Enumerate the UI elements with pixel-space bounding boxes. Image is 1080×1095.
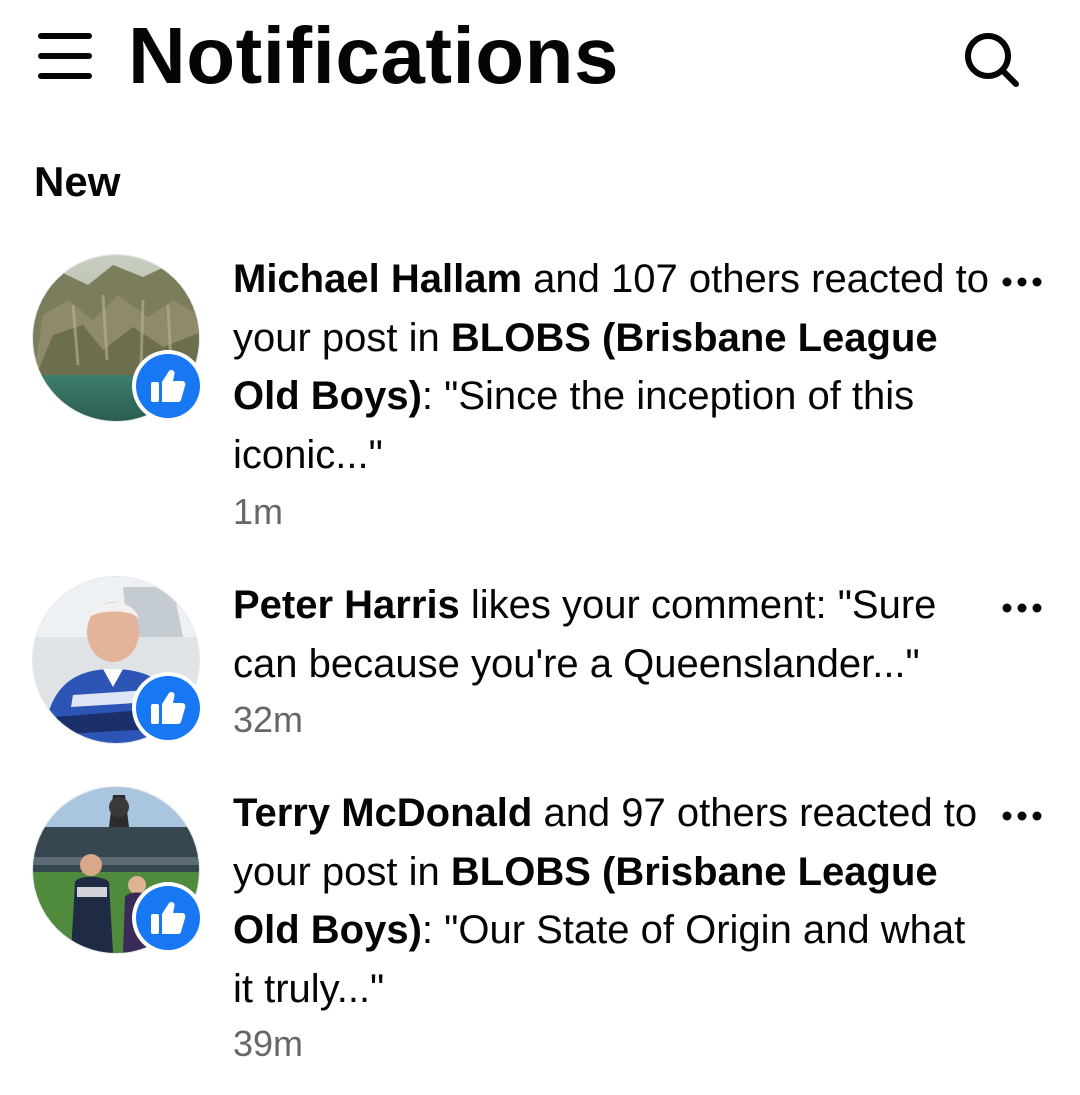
hamburger-menu-icon[interactable] xyxy=(36,31,94,81)
like-reaction-badge xyxy=(132,350,204,422)
like-icon xyxy=(151,902,186,934)
like-reaction-badge xyxy=(132,882,204,954)
header: Notifications xyxy=(0,0,1080,120)
more-options-icon[interactable] xyxy=(998,796,1048,836)
notification-time: 1m xyxy=(233,491,284,532)
avatar[interactable] xyxy=(32,576,204,744)
actor-name: Peter Harris xyxy=(233,583,460,627)
like-icon xyxy=(151,370,186,402)
notification-text: Terry McDonald and 97 others reacted to … xyxy=(233,791,978,1011)
notification-text: Peter Harris likes your comment: "Sure c… xyxy=(233,583,937,686)
avatar[interactable] xyxy=(32,254,204,422)
search-icon[interactable] xyxy=(958,30,1024,88)
notification-time: 39m xyxy=(233,1023,304,1064)
actor-name: Terry McDonald xyxy=(233,791,533,835)
more-options-icon[interactable] xyxy=(998,262,1048,302)
like-reaction-badge xyxy=(132,672,204,744)
section-title-new: New xyxy=(34,158,121,205)
notification-text: Michael Hallam and 107 others reacted to… xyxy=(233,257,990,477)
more-options-icon[interactable] xyxy=(998,588,1048,628)
avatar[interactable] xyxy=(32,786,204,954)
actor-name: Michael Hallam xyxy=(233,257,523,301)
like-icon xyxy=(151,692,186,724)
notification-time: 32m xyxy=(233,699,304,740)
page-title: Notifications xyxy=(128,11,619,100)
